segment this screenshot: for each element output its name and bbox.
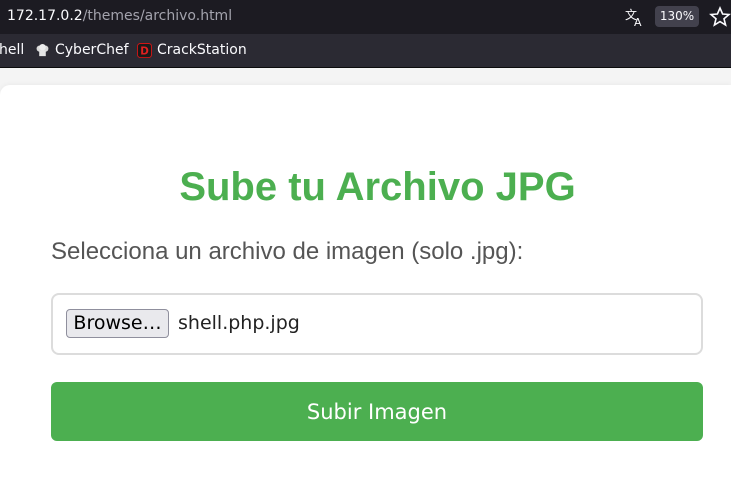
url-path: /themes/archivo.html: [82, 8, 233, 24]
bookmark-label: hell: [0, 42, 25, 58]
svg-text:A: A: [634, 16, 642, 28]
crackstation-d-icon: D: [137, 42, 152, 58]
url-text[interactable]: 172.17.0.2/themes/archivo.html: [7, 8, 232, 24]
bookmark-label: CyberChef: [55, 42, 129, 58]
bookmark-shell[interactable]: hell: [0, 42, 24, 58]
bookmark-cyberchef[interactable]: CyberChef: [35, 42, 129, 58]
svg-text:D: D: [140, 45, 149, 57]
chef-hat-icon: [36, 43, 49, 56]
page-title: Sube tu Archivo JPG: [179, 165, 576, 209]
url-bar[interactable]: 172.17.0.2/themes/archivo.html 文 A 130%: [0, 0, 731, 34]
zoom-level-badge[interactable]: 130%: [655, 6, 699, 27]
submit-image-button[interactable]: Subir Imagen: [51, 382, 703, 441]
upload-card: Sube tu Archivo JPG Selecciona un archiv…: [0, 85, 731, 485]
page-viewport: Sube tu Archivo JPG Selecciona un archiv…: [0, 68, 731, 485]
selected-file-name: shell.php.jpg: [178, 312, 300, 334]
bookmark-star-icon[interactable]: [708, 5, 731, 29]
bookmarks-toolbar: hell CyberChef D CrackStation: [0, 34, 731, 68]
url-host: 172.17.0.2: [7, 8, 83, 24]
bookmark-crackstation[interactable]: D CrackStation: [137, 42, 247, 58]
file-input-label: Selecciona un archivo de imagen (solo .j…: [51, 238, 524, 265]
bookmark-label: CrackStation: [157, 42, 247, 58]
file-input[interactable]: Browse… shell.php.jpg: [51, 293, 703, 355]
translate-icon[interactable]: 文 A: [624, 6, 646, 28]
browse-button[interactable]: Browse…: [66, 309, 169, 338]
